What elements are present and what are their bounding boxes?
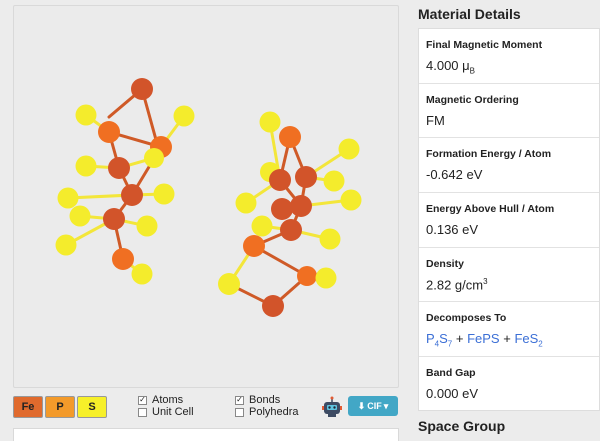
s-atom <box>55 234 77 256</box>
display-options-1: ✓ Atoms Unit Cell <box>138 394 194 418</box>
fes2-link[interactable]: FeS2 <box>514 331 542 349</box>
structure-panel: Fe P S ✓ Atoms Unit Cell ✓ Bonds Polyhed… <box>0 0 408 441</box>
s-atom <box>315 267 337 289</box>
details-card: Final Magnetic Moment 4.000 μB Magnetic … <box>418 28 600 411</box>
fe-atom <box>131 78 153 100</box>
legend-fe[interactable]: Fe <box>13 396 43 418</box>
fe-atom <box>108 157 130 179</box>
caret-down-icon: ▾ <box>383 400 389 411</box>
magnetic-ordering-value: FM <box>426 112 445 128</box>
polyhedra-checkbox[interactable] <box>235 407 244 417</box>
magnetic-ordering-row: Magnetic Ordering FM <box>419 84 599 139</box>
p-atom <box>112 248 134 270</box>
magnetic-moment-row: Final Magnetic Moment 4.000 μB <box>419 29 599 84</box>
viewer-controls: Fe P S ✓ Atoms Unit Cell ✓ Bonds Polyhed… <box>13 394 399 420</box>
polyhedra-label: Polyhedra <box>249 406 299 418</box>
polyhedra-option[interactable]: Polyhedra <box>235 406 299 418</box>
s-atom <box>153 183 175 205</box>
fe-atom <box>103 208 125 230</box>
s-atom <box>136 215 158 237</box>
formation-energy-label: Formation Energy / Atom <box>426 148 552 161</box>
formation-energy-row: Formation Energy / Atom -0.642 eV <box>419 138 599 194</box>
magnetic-moment-value: 4.000 μB <box>426 58 476 76</box>
p-atom <box>243 235 265 257</box>
robot-icon[interactable] <box>321 396 343 418</box>
s-atom <box>251 215 273 237</box>
legend-p[interactable]: P <box>45 396 75 418</box>
atoms-option[interactable]: ✓ Atoms <box>138 394 194 406</box>
fe-atom <box>295 166 317 188</box>
unit-cell-option[interactable]: Unit Cell <box>138 406 194 418</box>
p-atom <box>98 121 120 143</box>
decomposes-to-value: P4S7 + FePS + FeS2 <box>426 331 543 350</box>
density-row: Density 2.82 g/cm3 <box>419 248 599 303</box>
bonds-checkbox[interactable]: ✓ <box>235 395 244 405</box>
magnetic-moment-label: Final Magnetic Moment <box>426 39 543 51</box>
s-atom <box>131 263 153 285</box>
s-atom <box>144 148 164 168</box>
magnetic-ordering-label: Magnetic Ordering <box>426 93 519 106</box>
structure-footer-box <box>13 428 399 441</box>
bonds-label: Bonds <box>249 394 281 406</box>
feps-link[interactable]: FePS <box>467 331 500 346</box>
cif-label: CIF <box>367 401 382 411</box>
atoms-checkbox[interactable]: ✓ <box>138 395 147 405</box>
s-atom <box>69 205 91 227</box>
p-atom <box>297 266 317 286</box>
p-atom <box>279 126 301 148</box>
s-atom <box>340 189 362 211</box>
energy-above-hull-label: Energy Above Hull / Atom <box>426 203 555 216</box>
bonds-option[interactable]: ✓ Bonds <box>235 394 299 406</box>
details-title: Material Details <box>418 6 521 22</box>
legend-s[interactable]: S <box>77 396 107 418</box>
fe-atom <box>280 219 302 241</box>
s-atom <box>75 104 97 126</box>
s-atom <box>319 228 341 250</box>
energy-above-hull-value: 0.136 eV <box>426 222 479 238</box>
download-cif-button[interactable]: ⬇ CIF ▾ <box>348 396 398 416</box>
crystal-structure-canvas[interactable] <box>14 6 399 388</box>
unit-cell-checkbox[interactable] <box>138 407 147 417</box>
band-gap-row: Band Gap 0.000 eV <box>419 357 599 412</box>
unit-cell-label: Unit Cell <box>152 406 194 418</box>
fe-atom <box>269 169 291 191</box>
density-label: Density <box>426 257 464 270</box>
band-gap-label: Band Gap <box>426 367 476 380</box>
atoms-label: Atoms <box>152 394 184 406</box>
structure-viewer[interactable] <box>13 5 399 388</box>
p4s7-link[interactable]: P4S7 <box>426 331 452 349</box>
s-atom <box>259 111 281 133</box>
s-atom <box>338 138 360 160</box>
details-panel: Material Details Final Magnetic Moment 4… <box>408 0 600 441</box>
s-atom <box>75 155 97 177</box>
fe-atom <box>121 184 143 206</box>
energy-above-hull-row: Energy Above Hull / Atom 0.136 eV <box>419 193 599 248</box>
display-options-2: ✓ Bonds Polyhedra <box>235 394 299 418</box>
s-atom <box>173 105 195 127</box>
formation-energy-value: -0.642 eV <box>426 167 483 183</box>
s-atom <box>235 192 257 214</box>
s-atom <box>57 187 79 209</box>
download-icon: ⬇ <box>357 400 366 411</box>
fe-atom <box>271 198 293 220</box>
fe-atom <box>262 295 284 317</box>
fe-atom <box>290 195 312 217</box>
decomposes-to-row: Decomposes To P4S7 + FePS + FeS2 <box>419 302 599 358</box>
decomposes-to-label: Decomposes To <box>426 312 507 325</box>
s-atom <box>323 170 345 192</box>
density-value: 2.82 g/cm3 <box>426 276 488 293</box>
element-legend: Fe P S <box>13 396 107 418</box>
s-atom <box>218 273 240 295</box>
space-group-title: Space Group <box>418 418 506 434</box>
band-gap-value: 0.000 eV <box>426 386 479 402</box>
